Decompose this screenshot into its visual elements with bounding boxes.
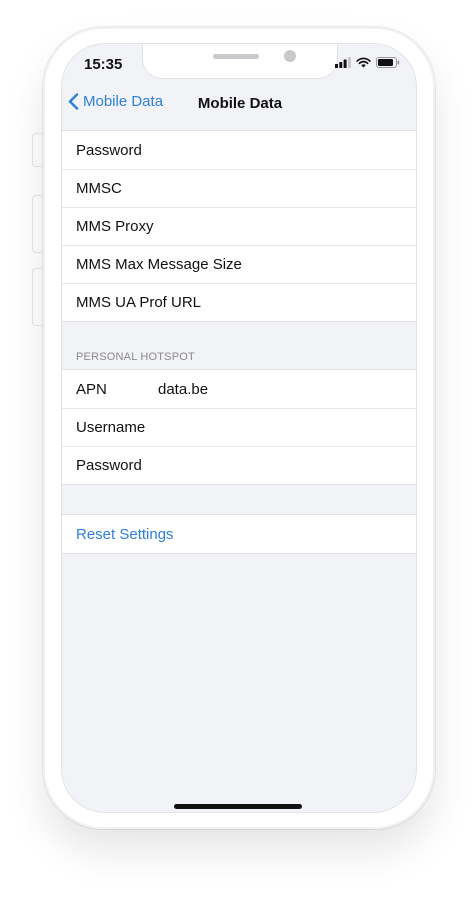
row-label: Password (76, 141, 142, 159)
row-label: MMS Proxy (76, 217, 154, 235)
row-label: MMS UA Prof URL (76, 293, 202, 311)
personal-hotspot-group: APN data.be Username Password (62, 369, 416, 485)
cellular-signal-icon (335, 57, 351, 68)
reset-group: Reset Settings (62, 514, 416, 554)
page-title: Mobile Data (197, 95, 283, 112)
navigation-bar: Mobile Data Mobile Data (62, 88, 416, 122)
mms-proxy-row[interactable]: MMS Proxy (62, 207, 416, 245)
status-icons (335, 57, 400, 68)
notch (142, 44, 338, 79)
row-label: MMS Max Message Size (76, 255, 242, 273)
mms-ua-prof-url-row[interactable]: MMS UA Prof URL (62, 283, 416, 321)
hotspot-password-row[interactable]: Password (62, 446, 416, 484)
battery-icon (376, 57, 400, 68)
mmsc-row[interactable]: MMSC (62, 169, 416, 207)
reset-settings-button[interactable]: Reset Settings (62, 515, 416, 553)
home-indicator[interactable] (174, 804, 302, 809)
mms-max-message-size-row[interactable]: MMS Max Message Size (62, 245, 416, 283)
speaker-grille (213, 54, 259, 59)
row-label: Password (76, 456, 142, 474)
row-label: APN (76, 380, 107, 398)
front-camera (284, 50, 296, 62)
row-label: Username (76, 418, 146, 436)
phone-screen: 15:35 Mobile Data Mobile Data Password M… (61, 43, 417, 813)
mms-settings-group: Password MMSC MMS Proxy MMS Max Message … (62, 130, 416, 322)
row-label: MMSC (76, 179, 122, 197)
personal-hotspot-header: PERSONAL HOTSPOT (76, 351, 195, 363)
apn-value[interactable]: data.be (158, 381, 208, 398)
wifi-icon (356, 57, 371, 68)
hotspot-username-row[interactable]: Username (62, 408, 416, 446)
status-time: 15:35 (84, 56, 123, 73)
hotspot-apn-row[interactable]: APN data.be (62, 370, 416, 408)
mms-password-row[interactable]: Password (62, 131, 416, 169)
stage: 15:35 Mobile Data Mobile Data Password M… (0, 0, 474, 899)
